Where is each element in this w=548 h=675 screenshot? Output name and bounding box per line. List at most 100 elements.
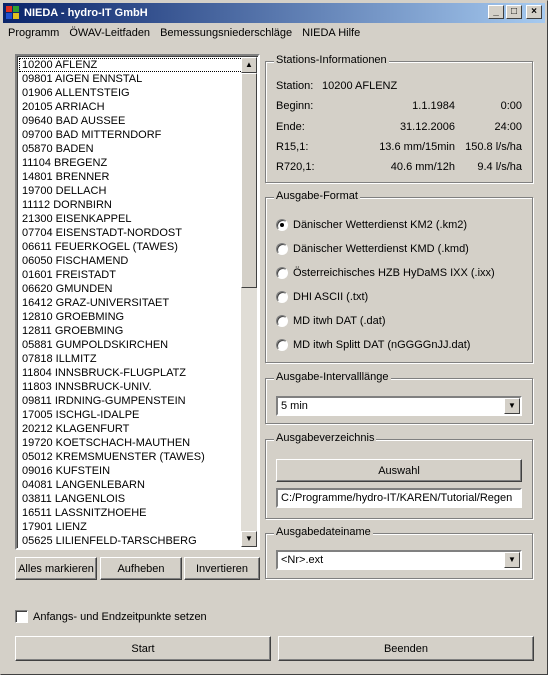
station-list-item[interactable]: 06620 GMUNDEN [19, 282, 243, 296]
format-option-dat[interactable]: MD itwh DAT (.dat) [276, 315, 386, 327]
interval-group: Ausgabe-Intervalllänge 5 min ▼ [265, 371, 533, 424]
app-icon [6, 6, 20, 20]
output-dir-group: Ausgabeverzeichnis Auswahl C:/Programme/… [265, 432, 533, 519]
output-format-legend: Ausgabe-Format [274, 190, 360, 202]
station-list-item[interactable]: 07818 ILLMITZ [19, 352, 243, 366]
station-list-item[interactable]: 03811 LANGENLOIS [19, 492, 243, 506]
set-start-end-label: Anfangs- und Endzeitpunkte setzen [33, 610, 207, 623]
station-list-item[interactable]: 09811 IRDNING-GUMPENSTEIN [19, 394, 243, 408]
radio-icon[interactable] [276, 243, 288, 255]
menu-nieda-hilfe[interactable]: NIEDA Hilfe [297, 27, 365, 39]
station-list-item[interactable]: 21300 EISENKAPPEL [19, 212, 243, 226]
station-list-item[interactable]: 20105 ARRIACH [19, 100, 243, 114]
station-list-scrollbar[interactable]: ▲ ▼ [241, 57, 257, 547]
invert-button[interactable]: Invertieren [184, 557, 260, 580]
station-list: 10200 AFLENZ 09801 AIGEN ENNSTAL 01906 ALL… [19, 58, 243, 548]
station-list-item[interactable]: 19720 KOETSCHACH-MAUTHEN [19, 436, 243, 450]
station-list-item[interactable]: 17901 LIENZ [19, 520, 243, 534]
output-dir-legend: Ausgabeverzeichnis [274, 432, 377, 444]
station-list-item[interactable]: 06611 FEUERKOGEL (TAWES) [19, 240, 243, 254]
format-option-label: DHI ASCII (.txt) [293, 291, 369, 303]
station-list-item[interactable]: 04081 LANGENLEBARN [19, 478, 243, 492]
output-format-group: Ausgabe-Format Dänischer Wetterdienst KM… [265, 190, 533, 363]
menu-oewav-leitfaden[interactable]: ÖWAV-Leitfaden [64, 27, 155, 39]
station-list-item[interactable]: 01601 FREISTADT [19, 268, 243, 282]
station-list-item[interactable]: 07704 EISENSTADT-NORDOST [19, 226, 243, 240]
station-list-item[interactable]: 09801 AIGEN ENNSTAL [19, 72, 243, 86]
station-list-item[interactable]: 05870 BADEN [19, 142, 243, 156]
title-bar[interactable]: NIEDA - hydro-IT GmbH _ □ × [3, 3, 545, 23]
station-list-item[interactable]: 12811 GROEBMING [19, 324, 243, 338]
scroll-down-arrow-icon[interactable]: ▼ [241, 531, 257, 547]
format-option-label: Dänischer Wetterdienst KM2 (.km2) [293, 219, 468, 231]
radio-icon[interactable] [276, 291, 288, 303]
format-option-label: Dänischer Wetterdienst KMD (.kmd) [293, 243, 469, 255]
station-listbox[interactable]: 10200 AFLENZ 09801 AIGEN ENNSTAL 01906 ALL… [15, 54, 260, 550]
start-button[interactable]: Start [15, 636, 271, 661]
station-list-item[interactable]: 11804 INNSBRUCK-FLUGPLATZ [19, 366, 243, 380]
station-list-item[interactable]: 14801 BRENNER [19, 170, 243, 184]
close-button[interactable]: × [526, 5, 542, 19]
chevron-down-icon[interactable]: ▼ [504, 552, 520, 568]
r720-value: 40.6 mm/12h [390, 161, 455, 173]
output-filename-value: <Nr>.ext [281, 554, 324, 566]
set-start-end-checkbox-row[interactable]: Anfangs- und Endzeitpunkte setzen [15, 610, 207, 623]
output-filename-group: Ausgabedateiname <Nr>.ext ▼ [265, 526, 533, 579]
station-list-item[interactable]: 10200 AFLENZ [19, 58, 243, 72]
set-start-end-checkbox[interactable] [15, 610, 28, 623]
station-list-item[interactable]: 19700 DELLACH [19, 184, 243, 198]
station-list-item[interactable]: 16511 LASSNITZHOEHE [19, 506, 243, 520]
format-option-kmd[interactable]: Dänischer Wetterdienst KMD (.kmd) [276, 243, 469, 255]
format-option-label: MD itwh DAT (.dat) [293, 315, 386, 327]
minimize-button[interactable]: _ [488, 5, 504, 19]
station-list-item[interactable]: 05625 LILIENFELD-TARSCHBERG [19, 534, 243, 548]
station-list-item[interactable]: 11104 BREGENZ [19, 156, 243, 170]
interval-legend: Ausgabe-Intervalllänge [274, 371, 391, 383]
window-title: NIEDA - hydro-IT GmbH [24, 7, 148, 19]
station-list-item[interactable]: 09700 BAD MITTERNDORF [19, 128, 243, 142]
begin-label: Beginn: [276, 100, 314, 112]
scroll-up-arrow-icon[interactable]: ▲ [241, 57, 257, 73]
station-list-item[interactable]: 12810 GROEBMING [19, 310, 243, 324]
station-list-item[interactable]: 01906 ALLENTSTEIG [19, 86, 243, 100]
radio-icon[interactable] [276, 267, 288, 279]
station-list-item[interactable]: 09016 KUFSTEIN [19, 464, 243, 478]
station-list-item[interactable]: 16412 GRAZ-UNIVERSITAET [19, 296, 243, 310]
select-all-button[interactable]: Alles markieren [15, 557, 97, 580]
format-option-splitt-dat[interactable]: MD itwh Splitt DAT (nGGGGnJJ.dat) [276, 339, 470, 351]
r15-label: R15,1: [276, 141, 309, 153]
begin-time: 0:00 [500, 100, 522, 112]
browse-button[interactable]: Auswahl [276, 459, 522, 482]
exit-button[interactable]: Beenden [278, 636, 534, 661]
format-option-km2[interactable]: Dänischer Wetterdienst KM2 (.km2) [276, 219, 467, 231]
radio-icon[interactable] [276, 339, 288, 351]
format-option-dhi[interactable]: DHI ASCII (.txt) [276, 291, 368, 303]
deselect-button[interactable]: Aufheben [100, 557, 182, 580]
radio-icon[interactable] [276, 315, 288, 327]
menu-bemessungsniederschlaege[interactable]: Bemessungsniederschläge [155, 27, 297, 39]
station-list-item[interactable]: 05012 KREMSMUENSTER (TAWES) [19, 450, 243, 464]
scroll-thumb[interactable] [241, 73, 257, 288]
station-list-item[interactable]: 05881 GUMPOLDSKIRCHEN [19, 338, 243, 352]
end-label: Ende: [276, 121, 305, 133]
begin-date: 1.1.1984 [412, 100, 455, 112]
r720-rate: 9.4 l/s/ha [477, 161, 522, 173]
station-list-item[interactable]: 06050 FISCHAMEND [19, 254, 243, 268]
menu-programm[interactable]: Programm [3, 27, 64, 39]
output-filename-select[interactable]: <Nr>.ext ▼ [276, 550, 522, 570]
station-info-group: Stations-Informationen Station: 10200 AF… [265, 54, 533, 183]
station-label: Station: [276, 80, 314, 92]
station-list-item[interactable]: 11112 DORNBIRN [19, 198, 243, 212]
station-list-item[interactable]: 20212 KLAGENFURT [19, 422, 243, 436]
output-dir-field[interactable]: C:/Programme/hydro-IT/KAREN/Tutorial/Reg… [276, 488, 522, 508]
interval-select[interactable]: 5 min ▼ [276, 396, 522, 416]
chevron-down-icon[interactable]: ▼ [504, 398, 520, 414]
station-list-item[interactable]: 17005 ISCHGL-IDALPE [19, 408, 243, 422]
output-filename-legend: Ausgabedateiname [274, 526, 373, 538]
station-list-item[interactable]: 09640 BAD AUSSEE [19, 114, 243, 128]
end-date: 31.12.2006 [399, 121, 455, 133]
maximize-button[interactable]: □ [506, 5, 522, 19]
station-list-item[interactable]: 11803 INNSBRUCK-UNIV. [19, 380, 243, 394]
format-option-ixx[interactable]: Österreichisches HZB HyDaMS IXX (.ixx) [276, 267, 495, 279]
radio-icon[interactable] [276, 219, 288, 231]
